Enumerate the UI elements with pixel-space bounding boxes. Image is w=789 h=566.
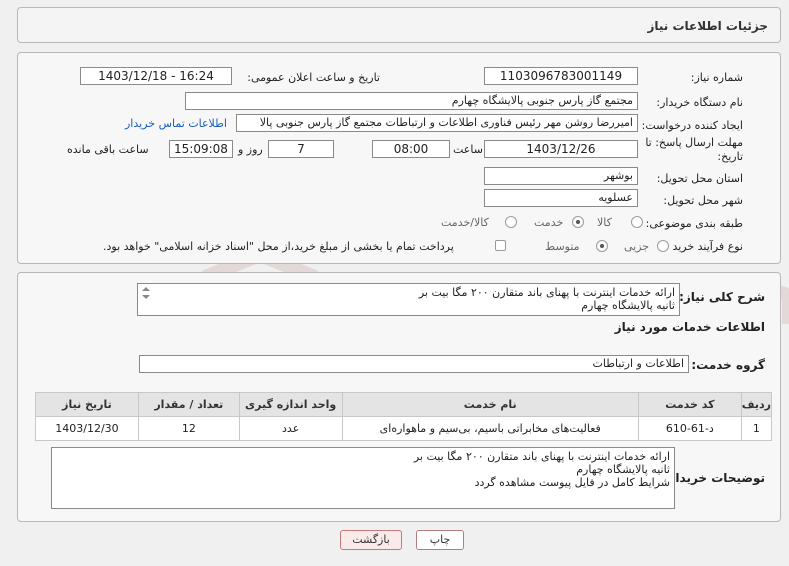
services-heading: اطلاعات خدمات مورد نیاز — [614, 320, 765, 334]
summary-textarea[interactable]: ارائه خدمات اینترنت با پهنای باند متقارن… — [137, 283, 680, 316]
page-header: جزئیات اطلاعات نیاز — [17, 7, 781, 43]
service-group-field[interactable]: اطلاعات و ارتباطات — [139, 355, 689, 373]
remaining-time-field[interactable]: 15:09:08 — [169, 140, 233, 158]
cell-row: 1 — [740, 416, 773, 441]
col-row: ردیف — [740, 392, 773, 417]
process-label: نوع فرآیند خرید : — [665, 240, 743, 253]
deadline-time-label: ساعت — [453, 143, 483, 156]
category-radio-goods[interactable] — [631, 216, 643, 228]
category-goods-service-label: کالا/خدمت — [441, 216, 489, 229]
province-label: استان محل تحویل: — [656, 172, 743, 185]
creator-field[interactable]: امیررضا روشن مهر رئیس فناوری اطلاعات و ا… — [236, 114, 638, 132]
category-goods-label: کالا — [597, 216, 612, 229]
cell-unit: عدد — [238, 416, 343, 441]
cell-quantity: 12 — [137, 416, 240, 441]
process-minor-label: جزیی — [624, 240, 650, 253]
process-radio-medium[interactable] — [596, 240, 608, 252]
cell-service-code: د-61-610 — [637, 416, 742, 441]
remaining-days-field[interactable]: 7 — [268, 140, 334, 158]
process-radio-minor[interactable] — [657, 240, 669, 252]
category-service-label: خدمت — [534, 216, 564, 229]
col-service-name: نام خدمت — [341, 392, 639, 417]
deadline-date-field[interactable]: 1403/12/26 — [484, 140, 638, 158]
creator-label: ایجاد کننده درخواست: — [641, 119, 743, 132]
announce-field[interactable]: 1403/12/18 - 16:24 — [80, 67, 232, 85]
announce-label: تاریخ و ساعت اعلان عمومی: — [247, 71, 380, 84]
treasury-checkbox[interactable] — [495, 240, 506, 251]
remaining-label: ساعت باقی مانده — [67, 143, 149, 156]
treasury-note: پرداخت تمام یا بخشی از مبلغ خرید،از محل … — [103, 240, 454, 253]
back-button[interactable]: بازگشت — [340, 530, 402, 550]
process-medium-label: متوسط — [545, 240, 580, 253]
page-title: جزئیات اطلاعات نیاز — [647, 19, 768, 33]
need-number-field[interactable]: 1103096783001149 — [484, 67, 638, 85]
col-service-code: کد خدمت — [637, 392, 742, 417]
days-label: روز و — [238, 143, 263, 156]
city-label: شهر محل تحویل: — [663, 194, 743, 207]
category-radio-service[interactable] — [572, 216, 584, 228]
cell-service-name: فعالیت‌های مخابراتی باسیم، بی‌سیم و ماهو… — [341, 416, 639, 441]
col-need-date: تاریخ نیاز — [35, 392, 139, 417]
category-radio-goods-service[interactable] — [505, 216, 517, 228]
table-row: 1 د-61-610 فعالیت‌های مخابراتی باسیم، بی… — [35, 416, 773, 441]
service-group-label: گروه خدمت: — [691, 358, 765, 372]
buyer-notes-label: توضیحات خریدار: — [663, 471, 765, 485]
city-field[interactable]: عسلویه — [484, 189, 638, 207]
summary-label: شرح کلی نیاز: — [679, 290, 765, 304]
cell-need-date: 1403/12/30 — [35, 416, 139, 441]
print-button[interactable]: چاپ — [416, 530, 464, 550]
buyer-notes-textarea[interactable]: ارائه خدمات اینترنت با پهنای باند متقارن… — [51, 447, 675, 509]
buyer-contact-link[interactable]: اطلاعات تماس خریدار — [125, 117, 227, 130]
col-quantity: تعداد / مقدار — [137, 392, 240, 417]
deadline-time-field[interactable]: 08:00 — [372, 140, 450, 158]
col-unit: واحد اندازه گیری — [238, 392, 343, 417]
deadline-label: مهلت ارسال پاسخ: تا — [645, 136, 743, 149]
need-number-label: شماره نیاز: — [690, 71, 743, 84]
buyer-org-field[interactable]: مجتمع گاز پارس جنوبی پالایشگاه چهارم — [185, 92, 638, 110]
province-field[interactable]: بوشهر — [484, 167, 638, 185]
services-table: ردیف کد خدمت نام خدمت واحد اندازه گیری ت… — [35, 392, 773, 441]
scroll-arrows-icon[interactable] — [141, 286, 151, 300]
deadline-date-label: تاریخ: — [717, 150, 743, 163]
buyer-org-label: نام دستگاه خریدار: — [656, 96, 743, 109]
category-label: طبقه بندی موضوعی: — [645, 217, 743, 230]
